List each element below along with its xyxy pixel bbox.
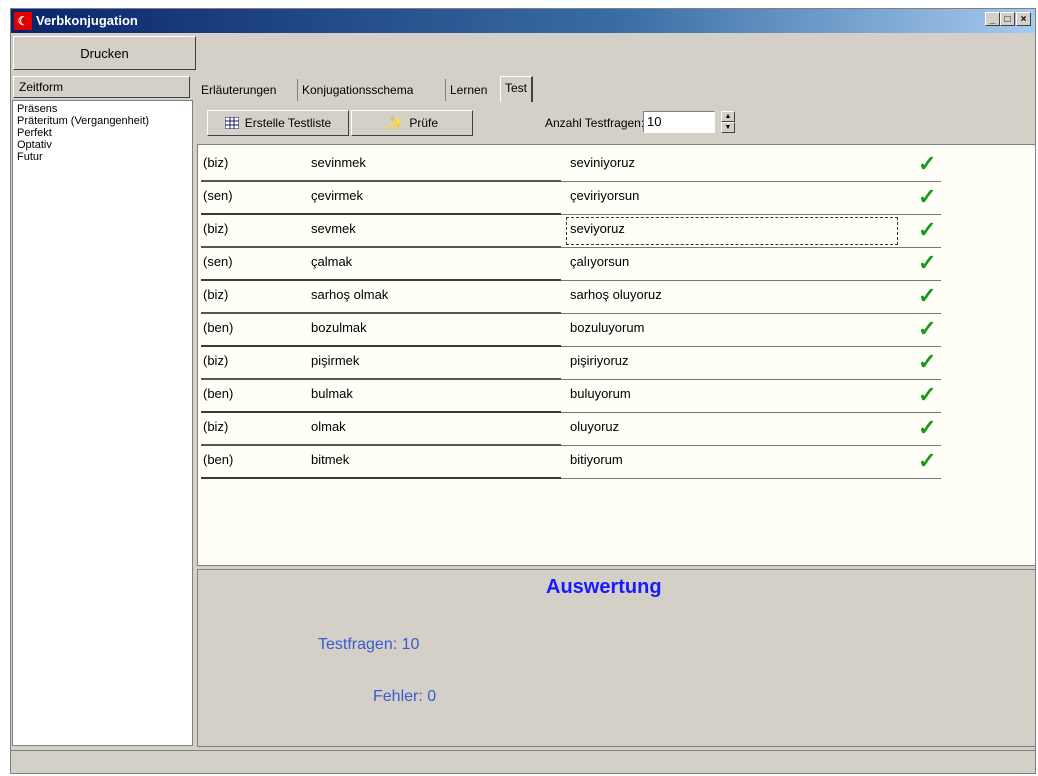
question-count-input[interactable]: 10 [643,111,715,133]
turkish-flag-icon: ☾ [14,12,32,30]
table-row: (biz) olmak oluyoruz ✓ [201,413,941,446]
table-row: (biz) pişirmek pişiriyoruz ✓ [201,347,941,380]
answer-cell[interactable]: seviniyoruz [570,155,635,170]
infinitive-cell: çevirmek [311,188,364,203]
tab-test[interactable]: Test [500,76,534,102]
question-count-label: Anzahl Testfragen: [545,116,645,130]
pronoun-cell: (ben) [203,320,234,335]
tense-item-futur[interactable]: Futur [17,151,188,163]
table-row: (ben) bitmek bitiyorum ✓ [201,446,941,479]
tab-konjugationsschema[interactable]: Konjugationsschema [297,79,417,101]
checkmark-icon: ✓ [918,283,937,308]
answer-cell[interactable]: çalıyorsun [570,254,629,269]
evaluation-panel: Auswertung Testfragen: 10 Fehler: 0 [197,569,1035,747]
window-title: Verbkonjugation [36,13,138,28]
tab-lernen[interactable]: Lernen [445,79,491,101]
checkmark-icon: ✓ [918,217,937,242]
magic-wand-icon: ✨ [385,114,404,131]
answer-cell[interactable]: bozuluyorum [570,320,644,335]
pronoun-cell: (ben) [203,452,234,467]
infinitive-cell: çalmak [311,254,353,269]
checkmark-icon: ✓ [918,349,937,374]
table-row: (biz) sarhoş olmak sarhoş oluyoruz ✓ [201,281,941,314]
status-bar [11,750,1035,773]
answer-cell[interactable]: bitiyorum [570,452,623,467]
pronoun-cell: (biz) [203,221,229,236]
checkmark-icon: ✓ [918,316,937,341]
close-button[interactable]: × [1016,12,1031,26]
spin-down-icon[interactable]: ▼ [721,122,735,133]
tense-list[interactable]: Präsens Präteritum (Vergangenheit) Perfe… [12,100,193,746]
evaluation-error-count: Fehler: 0 [373,688,437,705]
infinitive-cell: bulmak [311,386,353,401]
checkmark-icon: ✓ [918,184,937,209]
checkmark-icon: ✓ [918,151,937,176]
pronoun-cell: (sen) [203,254,233,269]
checkmark-icon: ✓ [918,448,937,473]
check-button[interactable]: ✨ Prüfe [351,110,473,136]
evaluation-question-count: Testfragen: 10 [318,636,420,653]
tab-erlaeuterungen[interactable]: Erläuterungen [197,79,280,101]
pronoun-cell: (biz) [203,353,229,368]
table-row: (biz) sevmek seviyoruz ✓ [201,215,941,248]
table-row: (ben) bozulmak bozuluyorum ✓ [201,314,941,347]
tense-item-perfekt[interactable]: Perfekt [17,127,188,139]
infinitive-cell: sarhoş olmak [311,287,389,302]
answer-cell[interactable]: pişiriyoruz [570,353,629,368]
question-count-spinner[interactable]: ▲ ▼ [721,111,735,133]
pronoun-cell: (biz) [203,419,229,434]
tense-item-praesens[interactable]: Präsens [17,103,188,115]
infinitive-cell: olmak [311,419,346,434]
tense-header: Zeitform [13,76,190,98]
checkmark-icon: ✓ [918,382,937,407]
answer-cell[interactable]: seviyoruz [570,221,625,236]
tense-item-optativ[interactable]: Optativ [17,139,188,151]
answer-cell[interactable]: sarhoş oluyoruz [570,287,662,302]
infinitive-cell: sevmek [311,221,356,236]
create-testlist-label: Erstelle Testliste [244,116,332,130]
tense-panel: Zeitform Präsens Präteritum (Vergangenhe… [11,76,194,746]
maximize-button[interactable]: □ [1000,12,1015,26]
answer-cell[interactable]: buluyorum [570,386,631,401]
print-button[interactable]: Drucken [13,36,196,70]
pronoun-cell: (biz) [203,287,229,302]
tense-item-praeteritum[interactable]: Präteritum (Vergangenheit) [17,115,188,127]
spin-up-icon[interactable]: ▲ [721,111,735,122]
tab-strip: Erläuterungen Konjugationsschema Lernen … [197,76,1035,102]
infinitive-cell: bozulmak [311,320,367,335]
title-bar[interactable]: ☾ Verbkonjugation _ □ × [11,9,1035,33]
pronoun-cell: (ben) [203,386,234,401]
create-testlist-button[interactable]: Erstelle Testliste [207,110,349,136]
checkmark-icon: ✓ [918,250,937,275]
answer-cell[interactable]: oluyoruz [570,419,619,434]
grid-icon [224,117,239,129]
pronoun-cell: (biz) [203,155,229,170]
infinitive-cell: pişirmek [311,353,360,368]
test-toolbar: Erstelle Testliste ✨ Prüfe Anzahl Testfr… [197,107,1035,141]
answer-cell[interactable]: çeviriyorsun [570,188,639,203]
evaluation-title: Auswertung [546,576,662,598]
checkmark-icon: ✓ [918,415,937,440]
infinitive-cell: sevinmek [311,155,366,170]
pronoun-cell: (sen) [203,188,233,203]
table-row: (sen) çalmak çalıyorsun ✓ [201,248,941,281]
table-row: (sen) çevirmek çeviriyorsun ✓ [201,182,941,215]
infinitive-cell: bitmek [311,452,350,467]
minimize-button[interactable]: _ [985,12,1000,26]
app-window: ☾ Verbkonjugation _ □ × Drucken Zeitform… [10,8,1036,774]
table-row: (ben) bulmak buluyorum ✓ [201,380,941,413]
check-label: Prüfe [409,116,439,130]
table-row: (biz) sevinmek seviniyoruz ✓ [201,149,941,182]
test-table: (biz) sevinmek seviniyoruz ✓ (sen) çevir… [197,144,1035,566]
